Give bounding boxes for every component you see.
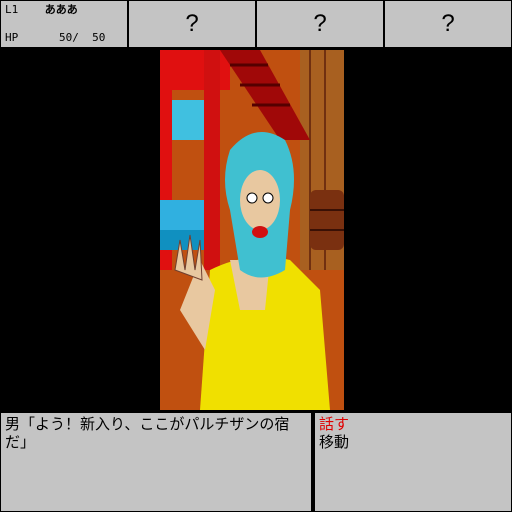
status-row-sdp: SDP 8/ 8 xyxy=(5,45,123,59)
command-move[interactable]: 移動 xyxy=(319,433,507,451)
status-row-name: L1 あああ xyxy=(5,3,123,31)
scene-art xyxy=(160,50,344,410)
hp-label: HP xyxy=(5,31,19,44)
command-menu: 話す 移動 xyxy=(314,412,512,512)
level-label: L1 xyxy=(5,3,19,16)
scene-illustration xyxy=(160,50,344,410)
party-slot-3[interactable]: ? xyxy=(384,0,512,48)
message-line-2: だ」 xyxy=(5,433,36,451)
character-name: あああ xyxy=(44,3,78,16)
hp-value: 50/ 50 xyxy=(59,31,106,44)
status-panel: L1 あああ HP 50/ 50 SDP 8/ 8 xyxy=(0,0,128,58)
party-slot-1[interactable]: ? xyxy=(128,0,256,48)
command-talk[interactable]: 話す xyxy=(319,415,507,433)
party-slot-2[interactable]: ? xyxy=(256,0,384,48)
party-slot-1-label: ? xyxy=(185,10,199,37)
message-line-1: 男「よう！新入り、ここがパルチザンの宿 xyxy=(5,415,290,433)
message-window: 男「よう！新入り、ここがパルチザンの宿 だ」 xyxy=(0,412,312,512)
sdp-value: 8/ 8 xyxy=(59,45,106,58)
sdp-label: SDP xyxy=(5,45,25,58)
status-row-hp: HP 50/ 50 xyxy=(5,31,123,45)
party-slot-3-label: ? xyxy=(441,10,455,37)
party-slot-2-label: ? xyxy=(313,10,327,37)
